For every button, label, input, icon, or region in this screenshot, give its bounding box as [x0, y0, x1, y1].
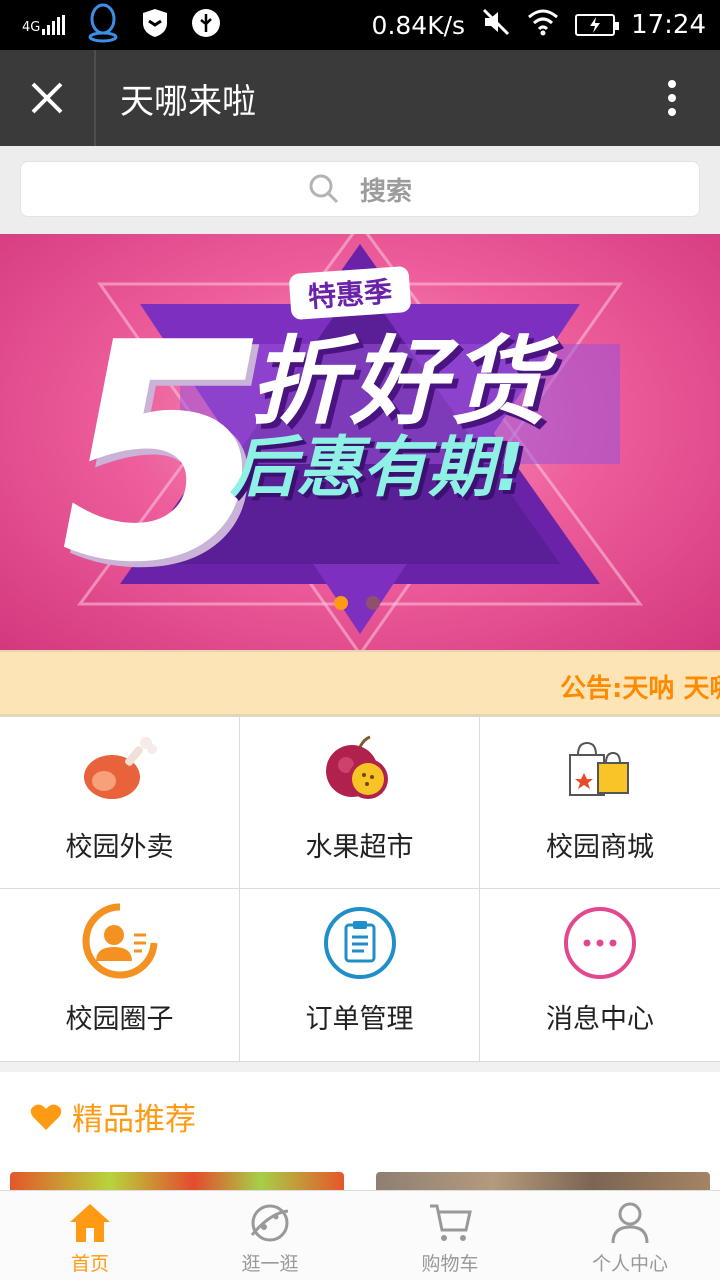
promo-banner[interactable]: 特惠季 5 折好货 后惠有期! [0, 234, 720, 650]
page-title: 天哪来啦 [120, 81, 256, 122]
search-placeholder: 搜索 [359, 176, 412, 207]
tab-cart[interactable]: 购物车 [360, 1191, 540, 1280]
recommend-header: 精品推荐 [0, 1072, 720, 1161]
usb-icon [191, 8, 221, 42]
network-signal: 4G [22, 15, 66, 35]
carousel-dot[interactable] [366, 596, 380, 610]
menu-label: 订单管理 [305, 1004, 414, 1035]
tab-label: 个人中心 [591, 1253, 668, 1275]
menu-message-center[interactable]: 消息中心 [480, 889, 720, 1061]
tab-label: 购物车 [421, 1253, 479, 1275]
more-vertical-icon [668, 80, 676, 116]
chat-dots-icon [560, 903, 640, 983]
close-icon [31, 82, 63, 114]
close-button[interactable] [0, 50, 96, 146]
carousel-dot-active[interactable] [334, 596, 348, 610]
menu-label: 消息中心 [546, 1004, 654, 1035]
planet-icon [248, 1201, 292, 1245]
home-icon [68, 1201, 112, 1245]
ham-icon [80, 731, 160, 811]
status-bar: 4G 0.84K/s 17:24 [0, 0, 720, 50]
menu-label: 水果超市 [305, 832, 414, 863]
recommend-section: 精品推荐 [0, 1072, 720, 1192]
search-bar: 搜索 [0, 146, 720, 234]
battery-icon [575, 14, 620, 36]
menu-label: 校园商城 [546, 832, 654, 863]
menu-label: 校园外卖 [65, 832, 174, 863]
more-menu-button[interactable] [624, 50, 720, 146]
banner-subline: 后惠有期! [230, 429, 525, 506]
mute-icon [481, 7, 511, 44]
product-thumbnail-fruit[interactable] [10, 1172, 344, 1192]
network-speed: 0.84K/s [371, 10, 466, 40]
shopping-bags-icon [560, 731, 640, 811]
clipboard-icon [320, 903, 400, 983]
title-bar: 天哪来啦 [0, 50, 720, 146]
menu-campus-mall[interactable]: 校园商城 [480, 717, 720, 889]
search-input[interactable]: 搜索 [20, 161, 700, 217]
carousel-indicator [334, 596, 380, 610]
network-type: 4G [22, 20, 41, 35]
menu-campus-takeout[interactable]: 校园外卖 [0, 717, 240, 889]
clock: 17:24 [631, 10, 706, 40]
bottom-tab-bar: 首页 逛一逛 购物车 个人中心 [0, 1190, 720, 1280]
wifi-icon [527, 8, 559, 43]
signal-icon [42, 15, 66, 35]
person-icon [610, 1201, 650, 1245]
tab-label: 逛一逛 [241, 1253, 299, 1275]
feature-grid: 校园外卖 水果超市 校园商城 校园圈子 订单管理 消息中心 [0, 716, 720, 1062]
tab-home[interactable]: 首页 [0, 1191, 180, 1280]
product-thumbnail-food[interactable] [376, 1172, 710, 1192]
tab-profile[interactable]: 个人中心 [540, 1191, 720, 1280]
notice-text: 公告:天呐 天哪 [560, 674, 720, 704]
cart-icon [428, 1201, 472, 1245]
tab-browse[interactable]: 逛一逛 [180, 1191, 360, 1280]
menu-label: 校园圈子 [65, 1004, 174, 1035]
recommend-title: 精品推荐 [72, 1102, 196, 1138]
menu-campus-circle[interactable]: 校园圈子 [0, 889, 240, 1061]
heart-icon [30, 1104, 62, 1130]
notice-bar: 公告:天呐 天哪 [0, 650, 720, 716]
shield-icon [141, 7, 169, 43]
tab-label: 首页 [70, 1253, 109, 1275]
passion-fruit-icon [320, 731, 400, 811]
user-card-icon [80, 903, 160, 983]
menu-fruit-market[interactable]: 水果超市 [240, 717, 480, 889]
qq-icon [87, 3, 119, 47]
menu-order-management[interactable]: 订单管理 [240, 889, 480, 1061]
search-icon [309, 174, 339, 204]
